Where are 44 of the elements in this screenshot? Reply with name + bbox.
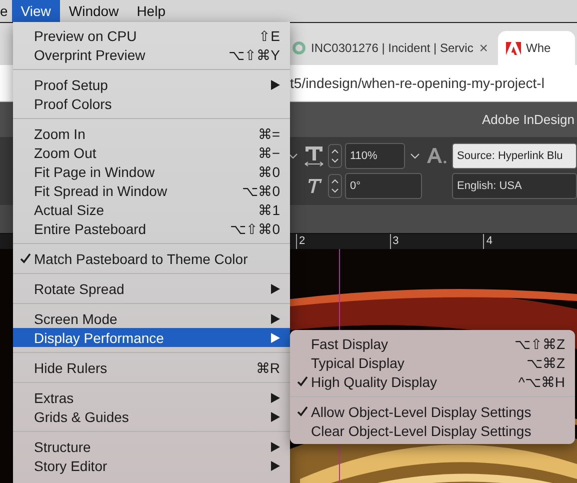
app-title: Adobe InDesign	[482, 112, 575, 127]
menu-item[interactable]: Screen Mode	[13, 309, 290, 328]
menu-item[interactable]: Fit Spread in Window ⌥⌘0	[13, 181, 290, 200]
checkmark-icon	[297, 376, 308, 387]
menu-item[interactable]: High Quality Display ^⌥⌘H	[290, 372, 575, 391]
checkmark-icon	[297, 406, 308, 417]
character-style-field[interactable]: Source: Hyperlink Blu	[452, 143, 577, 169]
stepper-icon[interactable]	[328, 144, 342, 168]
menu-item[interactable]: Proof Colors	[13, 94, 290, 113]
menu-item[interactable]: Fit Page in Window ⌘0	[13, 162, 290, 181]
text-scale-icon	[303, 145, 325, 167]
submenu-arrow-icon	[271, 80, 280, 90]
menu-item[interactable]: Structure	[13, 437, 290, 456]
scale-field[interactable]: 110%	[345, 143, 405, 169]
menu-item[interactable]: Rotate Spread	[13, 279, 290, 298]
menu-item[interactable]: Grids & Guides	[13, 407, 290, 426]
menu-item[interactable]: Proof Setup	[13, 75, 290, 94]
menu-item[interactable]: Extras	[13, 388, 290, 407]
menu-item[interactable]: Match Pasteboard to Theme Color	[13, 249, 290, 268]
submenu-arrow-icon	[271, 284, 280, 294]
browser-tab[interactable]: Whe	[498, 31, 575, 65]
menu-item[interactable]: Display Performance	[13, 328, 290, 347]
menu-item[interactable]: Actual Size ⌘1	[13, 200, 290, 219]
close-button[interactable]: ×	[479, 40, 488, 56]
character-style-icon	[426, 146, 448, 166]
menu-bar-item[interactable]: Help	[128, 0, 174, 22]
checkmark-icon	[20, 253, 31, 264]
address-text[interactable]: t5/indesign/when-re-opening-my-project-l	[290, 75, 544, 91]
menu-bar-item[interactable]: Window	[60, 0, 128, 22]
menu-bar-item[interactable]: View	[12, 0, 60, 22]
skew-field[interactable]: 0°	[345, 173, 422, 199]
menu-item[interactable]: Allow Object-Level Display Settings	[290, 402, 575, 421]
menu-item[interactable]: Story Editor	[13, 456, 290, 475]
menu-item[interactable]: Zoom In ⌘=	[13, 124, 290, 143]
menu-item[interactable]: Fast Display ⌥⇧⌘Z	[290, 334, 575, 353]
menu-item[interactable]: Zoom Out ⌘−	[13, 143, 290, 162]
menu-item[interactable]: Entire Pasteboard ⌥⇧⌘0	[13, 219, 290, 238]
menu-bar-item[interactable]: e	[0, 0, 12, 22]
logo-icon	[506, 42, 521, 54]
stepper-icon[interactable]	[328, 174, 342, 198]
menu-item[interactable]: Hide Rulers ⌘R	[13, 358, 290, 377]
menu-item[interactable]: Typical Display ⌥⌘Z	[290, 353, 575, 372]
language-field[interactable]: English: USA	[452, 173, 577, 199]
ring-icon	[292, 41, 306, 55]
